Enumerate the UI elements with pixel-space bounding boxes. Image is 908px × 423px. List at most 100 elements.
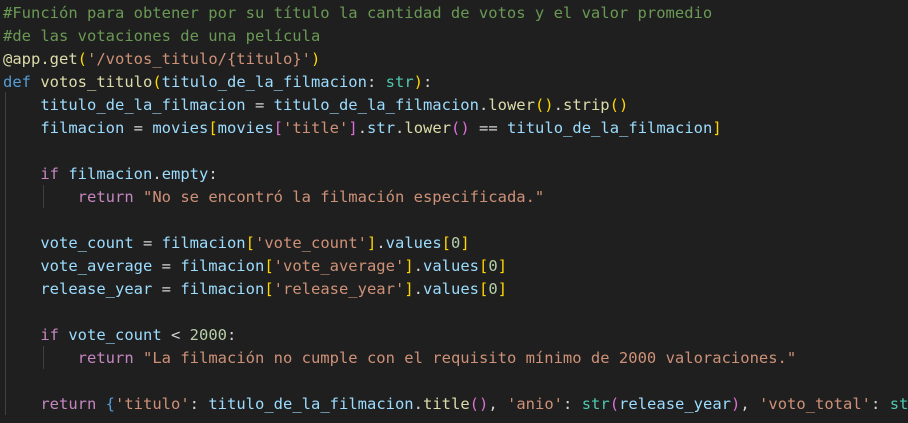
code-token-plain: = [152,280,181,298]
code-token-br1: [ [245,234,255,252]
code-token-var: vote_average [40,257,153,275]
code-token-var: titulo_de_la_filmacion [208,395,414,413]
code-token-str: 'vote_count' [255,234,367,252]
code-token-plain: : [366,73,386,91]
code-token-br1: [ [479,257,489,275]
code-token-var: filmacion [161,234,246,252]
code-token-comment: #de las votaciones de una película [3,27,321,45]
code-editor[interactable]: #Función para obtener por su título la c… [0,0,908,423]
code-token-num: 2000 [189,326,227,344]
code-line[interactable]: @app.get('/votos_titulo/{titulo}') [3,48,320,71]
code-token-deco: @app.get [3,50,78,68]
code-token-type: str [889,395,908,413]
code-token-var: titulo_de_la_filmacion [507,119,713,137]
code-token-var: movies [152,119,209,137]
code-token-str: 'title' [283,119,349,137]
code-token-var: values [423,257,479,275]
code-token-str: "La filmación no cumple con el requisito… [143,349,797,367]
code-token-plain: = [133,234,162,252]
code-token-type: str [385,73,414,91]
code-token-br1: ( [77,50,87,68]
code-token-br2: [ [273,119,284,137]
code-token-plain: , [488,395,508,413]
code-token-str: 'titulo' [115,395,190,413]
code-token-str: 'vote_average' [273,257,405,275]
code-line[interactable]: release_year = filmacion['release_year']… [3,278,507,301]
code-token-br1: ( [152,73,162,91]
code-token-func: votos_titulo [40,73,153,91]
code-token-var: str [367,119,396,137]
code-token-br1: [ [264,257,274,275]
code-token-var: vote_count [40,234,134,252]
code-token-br1: ) [413,73,423,91]
code-token-type: str [581,395,610,413]
code-line[interactable]: #Función para obtener por su título la c… [3,2,712,25]
code-token-plain: . [413,395,423,413]
code-token-var: titulo_de_la_filmacion [273,96,479,114]
code-token-br1: ] [712,119,722,137]
code-token-var: filmacion [68,165,153,183]
code-token-plain: . [395,119,405,137]
code-token-br2: () [469,395,489,413]
code-token-num: 0 [488,257,498,275]
code-token-br1: [ [264,280,274,298]
code-token-plain: . [357,119,368,137]
code-line[interactable]: if vote_count < 2000: [3,324,236,347]
code-line[interactable]: titulo_de_la_filmacion = titulo_de_la_fi… [3,94,628,117]
code-token-plain: < [161,326,190,344]
code-line[interactable]: #de las votaciones de una película [3,25,320,48]
code-token-var: release_year [40,280,153,298]
code-line[interactable]: vote_count = filmacion['vote_count'].val… [3,232,470,255]
code-token-plain: = [152,257,181,275]
code-token-plain: : [871,395,890,413]
code-token-plain: , [740,395,760,413]
code-token-str: 'voto_total' [759,395,872,413]
code-token-brace: { [105,395,116,413]
code-token-plain: : [189,395,209,413]
code-token-plain: . [478,96,489,114]
code-token-var: release_year [619,395,732,413]
code-token-br1: ] [460,234,470,252]
code-token-var: filmacion [180,280,265,298]
code-token-control: if [40,326,59,344]
code-line[interactable]: vote_average = filmacion['vote_average']… [3,255,507,278]
code-token-var: titulo_de_la_filmacion [40,96,246,114]
code-token-br1: [ [479,280,489,298]
code-token-control: if [40,165,59,183]
code-token-str: '/votos_titulo/{titulo}' [87,50,311,68]
code-token-num: 0 [488,280,498,298]
code-token-func: strip [562,96,610,114]
code-token-num: 0 [451,234,461,252]
code-token-br1: ] [497,280,508,298]
code-token-plain: : [423,73,433,91]
code-token-var: titulo_de_la_filmacion [161,73,367,91]
code-line[interactable]: return "No se encontró la filmación espe… [3,186,545,209]
code-token-br2: ) [731,395,741,413]
code-token-var: vote_count [68,326,162,344]
code-line[interactable]: filmacion = movies[movies['title'].str.l… [3,117,722,140]
code-token-var: filmacion [40,119,125,137]
code-line[interactable]: if filmacion.empty: [3,163,217,186]
code-token-plain: : [563,395,582,413]
code-line[interactable]: return "La filmación no cumple con el re… [3,347,797,370]
code-token-plain: : [227,326,237,344]
code-token-var: movies [217,119,274,137]
code-token-var: values [423,280,479,298]
code-token-func: lower [488,96,535,114]
code-token-br1: ) [310,50,321,68]
code-line[interactable]: return {'titulo': titulo_de_la_filmacion… [3,393,908,416]
code-line[interactable]: def votos_titulo(titulo_de_la_filmacion:… [3,71,432,94]
code-token-plain: . [413,280,423,298]
code-token-plain: . [413,257,423,275]
code-token-control: return [40,395,97,413]
